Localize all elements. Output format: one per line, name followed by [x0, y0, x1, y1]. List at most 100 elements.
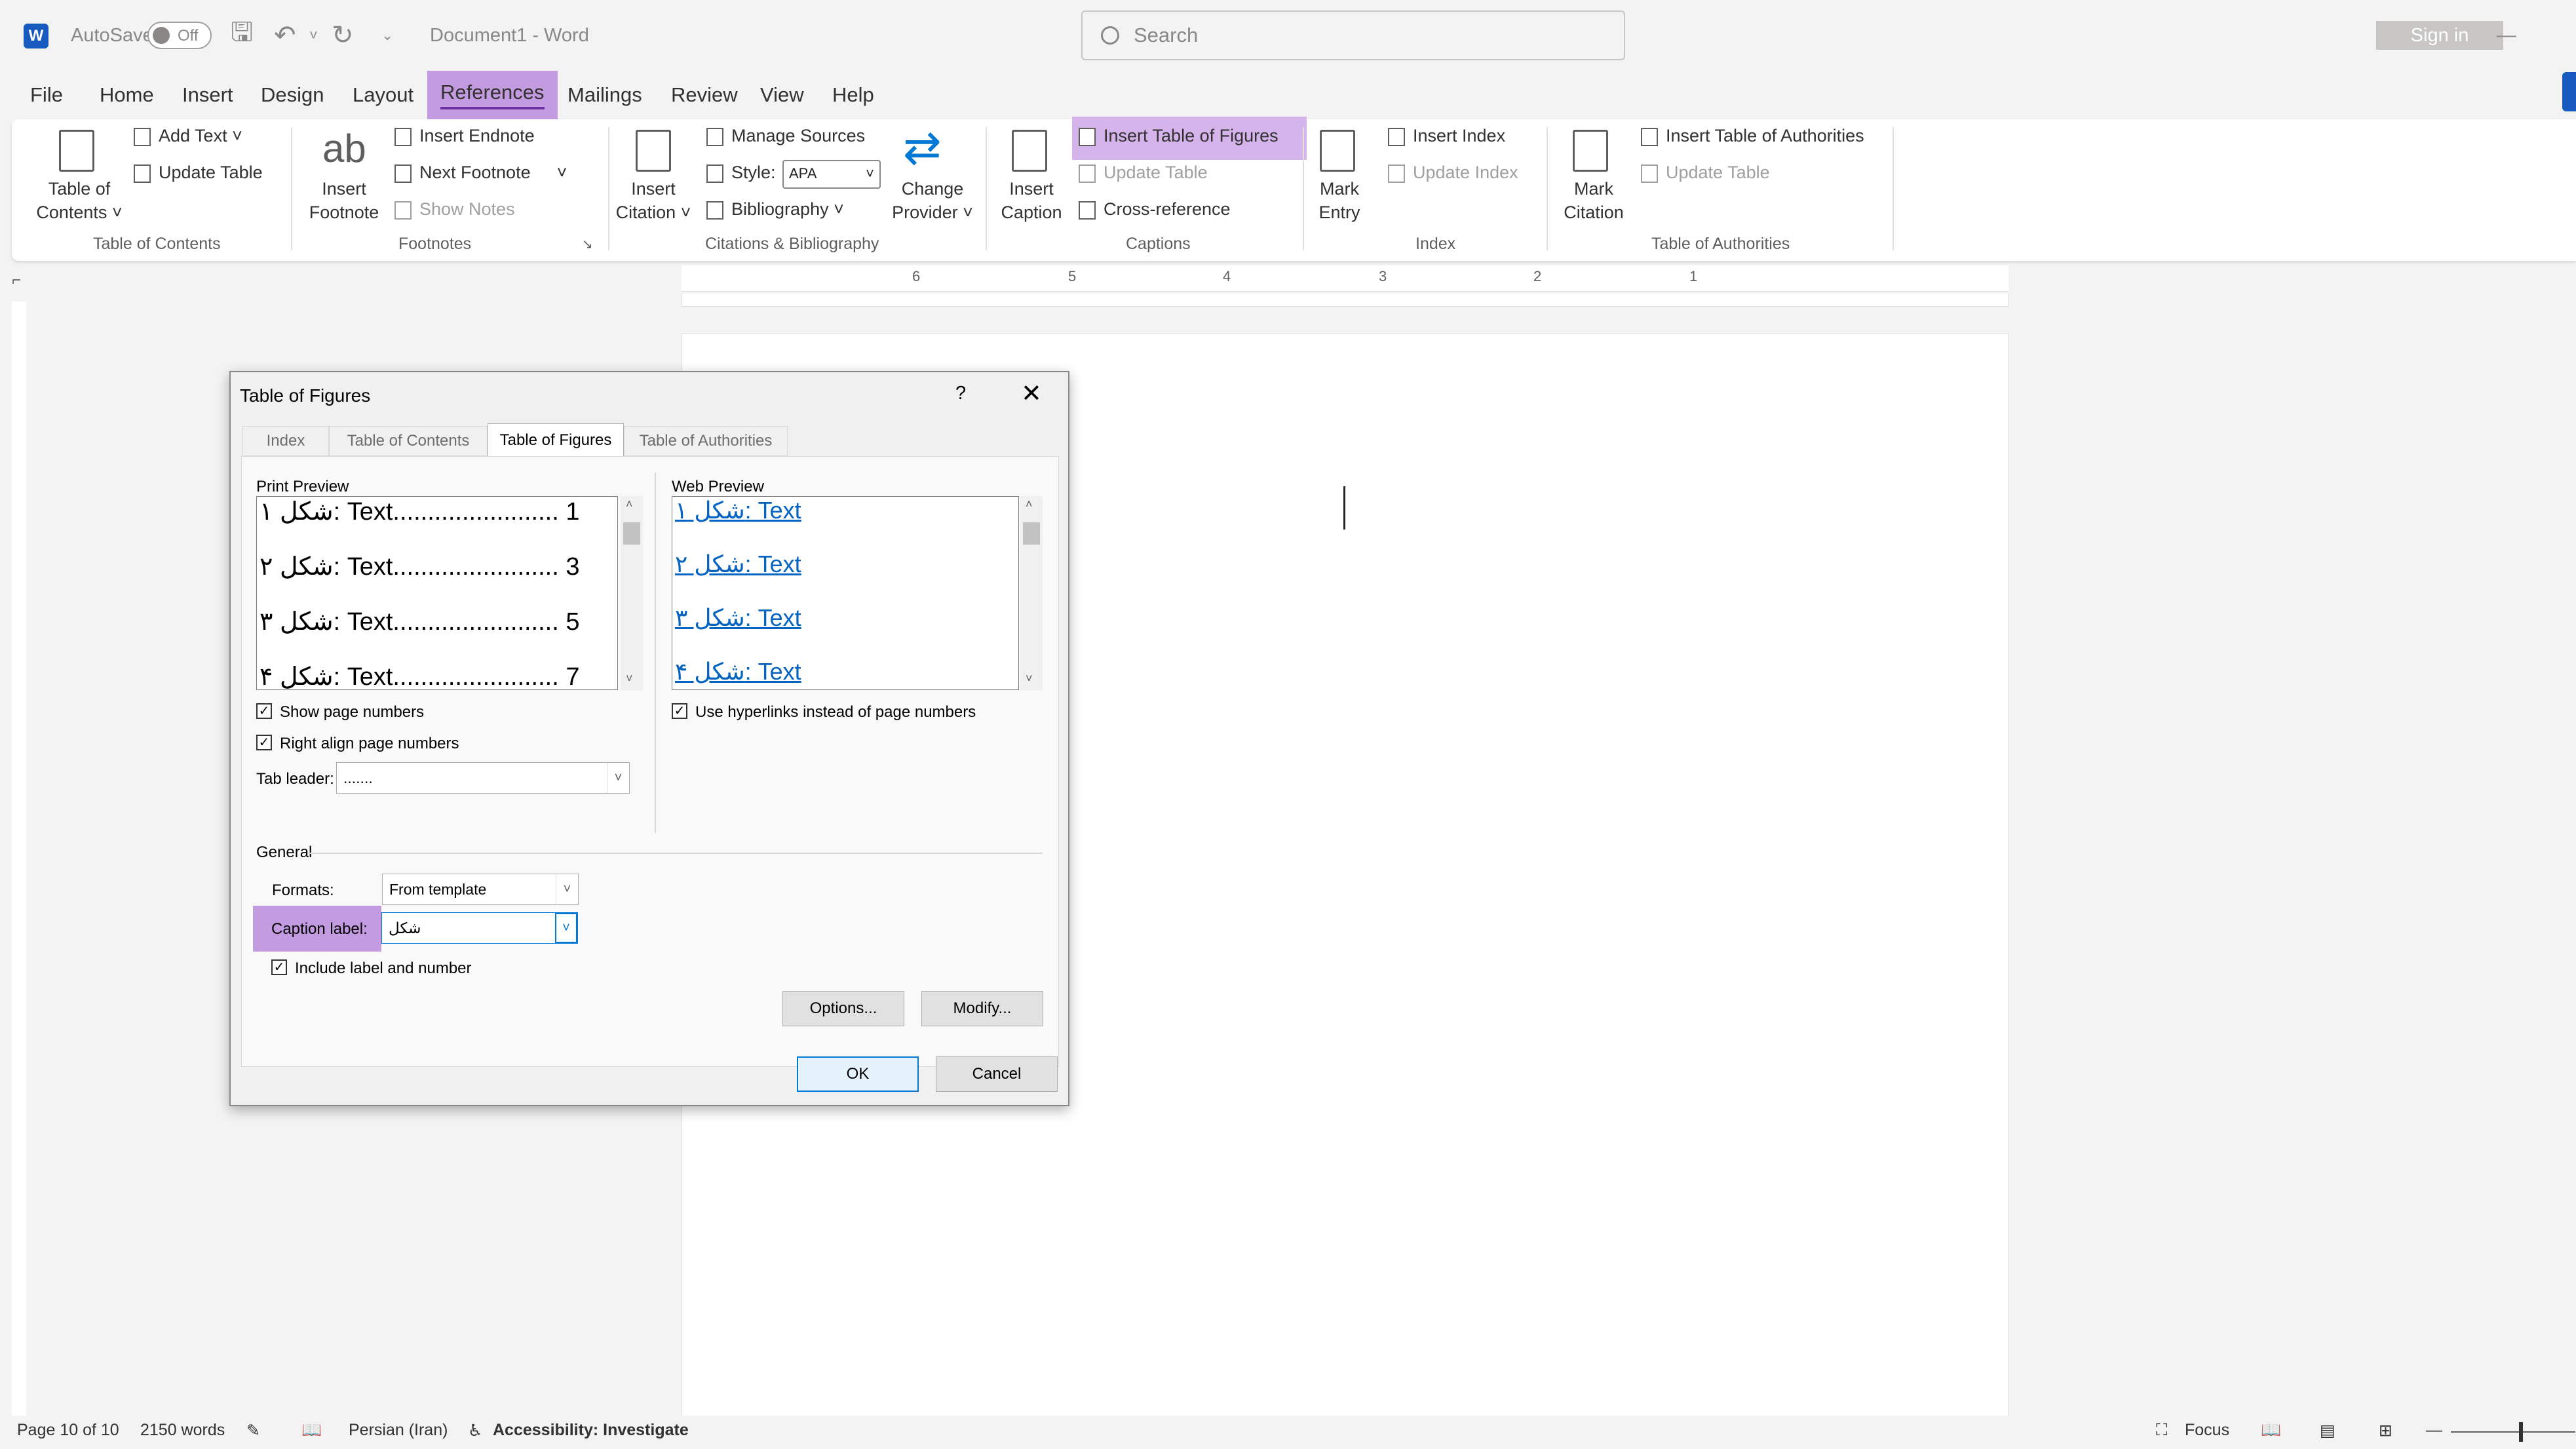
tab-table-of-authorities[interactable]: Table of Authorities	[624, 426, 788, 456]
web-preview-link[interactable]: شکل ۲: Text	[675, 551, 801, 578]
captions-update-table-icon	[1079, 164, 1096, 183]
web-layout-icon[interactable]: ⊞	[2379, 1421, 2393, 1440]
print-layout-icon[interactable]: ▤	[2320, 1421, 2336, 1440]
ok-button[interactable]: OK	[797, 1056, 919, 1092]
read-mode-icon[interactable]: 📖	[2261, 1421, 2281, 1440]
scroll-down-icon[interactable]: ˅	[1026, 672, 1033, 686]
insert-endnote-button[interactable]: Insert Endnote	[394, 126, 535, 146]
next-footnote-dropdown-icon[interactable]: ˅	[557, 163, 567, 182]
language[interactable]: Persian (Iran)	[349, 1421, 448, 1440]
menu-layout[interactable]: Layout	[353, 71, 413, 119]
zoom-slider[interactable]	[2451, 1431, 2575, 1433]
menu-insert[interactable]: Insert	[182, 71, 233, 119]
close-icon[interactable]: ✕	[1021, 379, 1042, 408]
tab-table-of-figures[interactable]: Table of Figures	[488, 423, 624, 456]
focus-icon: ⛶	[2156, 1421, 2168, 1439]
insert-table-of-figures-button[interactable]: Insert Table of Figures	[1079, 126, 1278, 146]
menu-home[interactable]: Home	[100, 71, 154, 119]
print-preview-scrollbar[interactable]: ˄ ˅	[621, 496, 643, 690]
mark-citation-button[interactable]: Mark Citation	[1556, 177, 1632, 224]
footnotes-dialog-launcher-icon[interactable]: ↘	[582, 236, 593, 252]
insert-citation-button[interactable]: Insert Citation ˅	[611, 177, 696, 224]
tab-index[interactable]: Index	[242, 426, 329, 456]
insert-index-button[interactable]: Insert Index	[1388, 126, 1505, 146]
add-text-button[interactable]: Add Text ˅	[134, 126, 242, 146]
accessibility-status[interactable]: Accessibility: Investigate	[493, 1421, 689, 1440]
insert-footnote-button[interactable]: Insert Footnote	[303, 177, 385, 224]
scroll-up-icon[interactable]: ˄	[626, 497, 633, 511]
options-button[interactable]: Options...	[782, 991, 904, 1026]
table-of-contents-button[interactable]: Table of Contents ˅	[30, 177, 128, 224]
minimize-icon[interactable]: —	[2497, 0, 2516, 71]
authorities-update-table-button[interactable]: Update Table	[1641, 163, 1770, 183]
group-table-of-contents: Table of Contents	[93, 235, 221, 253]
web-preview-box: شکل ۱: Text شکل ۲: Text شکل ۳: Text شکل …	[672, 496, 1019, 690]
zoom-slider-thumb[interactable]	[2519, 1422, 2523, 1442]
scroll-up-icon[interactable]: ˄	[1026, 497, 1033, 511]
menu-design[interactable]: Design	[261, 71, 324, 119]
mark-entry-button[interactable]: Mark Entry	[1307, 177, 1372, 224]
modify-button[interactable]: Modify...	[921, 991, 1043, 1026]
show-page-numbers-checkbox[interactable]: ✓	[256, 703, 272, 719]
menu-help[interactable]: Help	[832, 71, 874, 119]
cancel-button[interactable]: Cancel	[936, 1056, 1058, 1092]
sign-in-button[interactable]: Sign in	[2376, 21, 2503, 50]
table-of-contents-icon	[59, 130, 94, 172]
autosave-toggle[interactable]: Off	[147, 22, 212, 49]
link-label: شکل ۴	[675, 658, 745, 685]
menu-file[interactable]: File	[30, 71, 63, 119]
autosave-label: AutoSave	[71, 24, 153, 46]
update-index-button[interactable]: Update Index	[1388, 163, 1518, 183]
change-provider-button[interactable]: Change Provider ˅	[883, 177, 982, 224]
focus-mode[interactable]: Focus	[2185, 1421, 2229, 1440]
page-count[interactable]: Page 10 of 10	[17, 1421, 119, 1440]
captions-update-table-button[interactable]: Update Table	[1079, 163, 1208, 183]
read-aloud-icon[interactable]: 📖	[301, 1421, 322, 1440]
menu-view[interactable]: View	[760, 71, 804, 119]
web-preview-link[interactable]: شکل ۳: Text	[675, 604, 801, 632]
scroll-thumb[interactable]	[623, 522, 640, 545]
formats-dropdown[interactable]: From template ˅	[382, 874, 579, 905]
redo-icon[interactable]: ↻	[332, 0, 354, 71]
entry-leader: ........................	[393, 608, 559, 636]
word-count[interactable]: 2150 words	[140, 1421, 225, 1440]
caption-label-dropdown[interactable]: شکل ˅	[381, 912, 578, 944]
undo-dropdown-icon[interactable]: ˅	[309, 0, 318, 71]
tab-table-of-contents[interactable]: Table of Contents	[329, 426, 488, 456]
insert-caption-button[interactable]: Insert Caption	[993, 177, 1069, 224]
include-label-checkbox[interactable]: ✓	[271, 959, 287, 975]
menu-review[interactable]: Review	[671, 71, 738, 119]
help-icon[interactable]: ?	[955, 383, 966, 404]
proofing-icon[interactable]: ✎	[246, 1421, 260, 1440]
menu-references[interactable]: References	[427, 71, 558, 119]
web-preview-link[interactable]: شکل ۱: Text	[675, 497, 801, 524]
web-preview-scrollbar[interactable]: ˄ ˅	[1020, 496, 1043, 690]
chevron-down-icon: ˅	[607, 763, 629, 793]
link-text: : Text	[744, 658, 801, 685]
use-hyperlinks-checkbox[interactable]: ✓	[672, 703, 687, 719]
manage-sources-button[interactable]: Manage Sources	[706, 126, 865, 146]
entry-text: : Text	[333, 663, 393, 690]
right-align-page-numbers-checkbox[interactable]: ✓	[256, 735, 272, 750]
horizontal-ruler[interactable]: 6 5 4 3 2 1	[682, 265, 2009, 292]
menu-mailings[interactable]: Mailings	[567, 71, 642, 119]
tab-selector-icon[interactable]: ⌐	[12, 271, 21, 290]
style-dropdown[interactable]: APA ˅	[782, 160, 881, 189]
save-icon[interactable]: 🖫	[231, 0, 253, 71]
scroll-thumb[interactable]	[1023, 522, 1040, 545]
show-notes-button[interactable]: Show Notes	[394, 199, 515, 220]
update-table-button[interactable]: Update Table	[134, 163, 263, 183]
search-box[interactable]: Search	[1081, 10, 1625, 60]
zoom-out-icon[interactable]: —	[2426, 1421, 2442, 1440]
scroll-down-icon[interactable]: ˅	[626, 672, 633, 686]
customize-quick-access-icon[interactable]: ⌄	[381, 0, 393, 71]
web-preview-link[interactable]: شکل ۴: Text	[675, 658, 801, 686]
cross-reference-button[interactable]: Cross-reference	[1079, 199, 1231, 220]
undo-icon[interactable]: ↶	[274, 0, 296, 71]
vertical-ruler[interactable]	[12, 301, 26, 1416]
group-citations: Citations & Bibliography	[705, 235, 879, 253]
bibliography-button[interactable]: Bibliography ˅	[706, 199, 844, 220]
tab-leader-dropdown[interactable]: ....... ˅	[336, 762, 630, 794]
insert-table-of-authorities-button[interactable]: Insert Table of Authorities	[1641, 126, 1864, 146]
next-footnote-button[interactable]: Next Footnote ˅	[394, 163, 567, 183]
